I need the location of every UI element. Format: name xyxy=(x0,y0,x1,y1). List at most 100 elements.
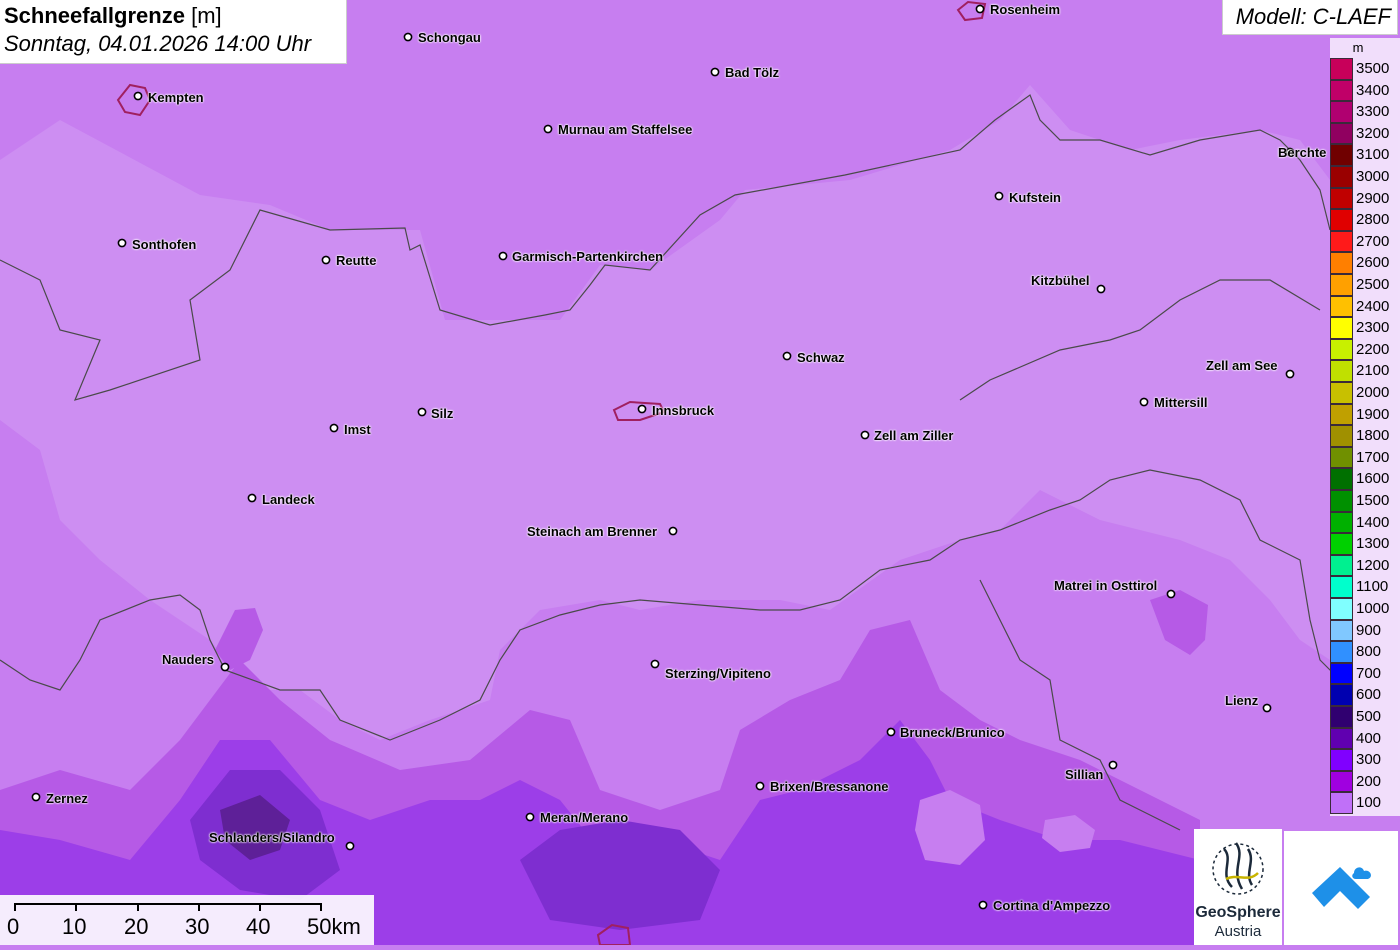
legend-label: 3200 xyxy=(1356,124,1390,142)
legend-swatch xyxy=(1330,446,1353,469)
city-label-nauders: Nauders xyxy=(162,652,215,667)
scale-tick xyxy=(14,903,16,911)
city-dot xyxy=(755,781,765,791)
legend-label: 2900 xyxy=(1356,189,1390,207)
legend-label: 3300 xyxy=(1356,103,1390,121)
legend-swatch xyxy=(1330,360,1353,382)
geosphere-country: Austria xyxy=(1214,923,1262,940)
legend-swatch xyxy=(1330,338,1353,361)
city-label-silz: Silz xyxy=(431,406,454,421)
city-dot xyxy=(994,191,1004,201)
legend-swatch xyxy=(1330,382,1353,404)
model-panel: Modell: C-LAEF xyxy=(1222,0,1398,35)
legend-swatch xyxy=(1330,662,1353,685)
city-dot xyxy=(975,4,985,14)
legend-label: 3100 xyxy=(1356,146,1390,164)
legend-label: 1800 xyxy=(1356,427,1390,445)
city-label-zell-am-ziller: Zell am Ziller xyxy=(874,428,954,443)
legend-label: 3000 xyxy=(1356,168,1390,185)
legend-label: 600 xyxy=(1356,686,1382,704)
city-label-sonthofen: Sonthofen xyxy=(132,237,197,252)
legend-label: 3400 xyxy=(1356,81,1390,99)
title-panel: Schneefallgrenze [m] Sonntag, 04.01.2026… xyxy=(0,0,347,64)
city-label-schlanders: Schlanders/Silandro xyxy=(209,830,335,845)
legend-swatch xyxy=(1330,187,1353,210)
city-label-rosenheim: Rosenheim xyxy=(990,2,1061,17)
legend-label: 2100 xyxy=(1356,362,1390,380)
geosphere-name: GeoSphere xyxy=(1195,904,1281,921)
color-legend: m 3500 3400 3300 3200 3100 3000 2900 2800 2700 26… xyxy=(1330,38,1400,816)
city-dot xyxy=(710,67,720,77)
map-title-main: Schneefallgrenze xyxy=(4,3,185,28)
city-dot xyxy=(860,430,870,440)
legend-swatch xyxy=(1330,166,1353,188)
legend-label: 800 xyxy=(1356,643,1382,661)
city-label-sillian: Sillian xyxy=(1065,767,1104,782)
scale-bar: 0 10 20 30 40 50km xyxy=(0,895,374,945)
city-label-schwaz: Schwaz xyxy=(797,350,845,365)
scale-label: 0 xyxy=(7,914,20,939)
legend-swatch xyxy=(1330,533,1353,555)
model-label: Modell: C-LAEF xyxy=(1235,4,1391,29)
city-label-kufstein: Kufstein xyxy=(1009,190,1061,205)
legend-label: 1900 xyxy=(1356,405,1390,423)
city-label-zernez: Zernez xyxy=(46,791,88,806)
legend-label: 900 xyxy=(1356,621,1382,639)
legend-swatch xyxy=(1330,295,1353,318)
city-dot xyxy=(31,792,41,802)
legend-swatch xyxy=(1330,468,1353,490)
scale-label: 30 xyxy=(185,914,210,939)
map-title: Schneefallgrenze [m] xyxy=(4,3,222,29)
legend-swatch xyxy=(1330,317,1353,339)
snowfall-map[interactable] xyxy=(0,0,1400,945)
city-dot xyxy=(417,407,427,417)
city-label-bad-toelz: Bad Tölz xyxy=(725,65,780,80)
scale-label: 40 xyxy=(246,914,271,939)
city-dot xyxy=(1108,760,1118,770)
city-label-lienz: Lienz xyxy=(1225,693,1259,708)
legend-swatch xyxy=(1330,101,1353,123)
legend-swatch xyxy=(1330,727,1353,750)
city-label-steinach: Steinach am Brenner xyxy=(527,524,658,539)
legend-label: 1300 xyxy=(1356,535,1390,553)
scale-line xyxy=(14,903,321,905)
city-dot xyxy=(1139,397,1149,407)
legend-label: 2000 xyxy=(1356,384,1390,401)
city-dot xyxy=(543,124,553,134)
legend-label: 2500 xyxy=(1356,276,1390,293)
city-dot xyxy=(329,423,339,433)
city-dot xyxy=(1096,284,1106,294)
legend-label: 1200 xyxy=(1356,556,1390,574)
legend-swatch xyxy=(1330,576,1353,598)
legend-swatch xyxy=(1330,58,1353,80)
city-label-cortina: Cortina d'Ampezzo xyxy=(993,898,1111,913)
legend-label: 3500 xyxy=(1356,60,1390,77)
city-label-garmisch: Garmisch-Partenkirchen xyxy=(512,249,664,264)
city-label-reutte: Reutte xyxy=(336,253,377,268)
city-dot xyxy=(133,91,143,101)
legend-swatch xyxy=(1330,122,1353,145)
city-dot xyxy=(525,812,535,822)
geosphere-logo[interactable]: GeoSphere Austria xyxy=(1194,829,1282,945)
city-label-berchtesgaden: Berchte xyxy=(1278,145,1327,160)
scale-label: 50km xyxy=(307,914,361,939)
legend-label: 2800 xyxy=(1356,211,1390,229)
legend-label: 700 xyxy=(1356,664,1382,682)
legend-label: 2300 xyxy=(1356,319,1390,337)
city-dot xyxy=(637,404,647,414)
legend-swatch xyxy=(1330,144,1353,166)
city-dot xyxy=(650,659,660,669)
legend-swatch xyxy=(1330,554,1353,577)
city-dot xyxy=(1166,589,1176,599)
legend-label: 1600 xyxy=(1356,470,1390,488)
city-dot xyxy=(886,727,896,737)
city-dot xyxy=(220,662,230,672)
legend-label: 2200 xyxy=(1356,340,1390,358)
legend-swatch xyxy=(1330,511,1353,534)
legend-label: 500 xyxy=(1356,708,1382,725)
legend-swatch xyxy=(1330,403,1353,426)
city-label-bruneck: Bruneck/Brunico xyxy=(900,725,1005,740)
weather-app-logo[interactable] xyxy=(1284,831,1398,945)
city-label-zell-am-see: Zell am See xyxy=(1206,358,1278,373)
city-label-matrei: Matrei in Osttirol xyxy=(1054,578,1158,593)
